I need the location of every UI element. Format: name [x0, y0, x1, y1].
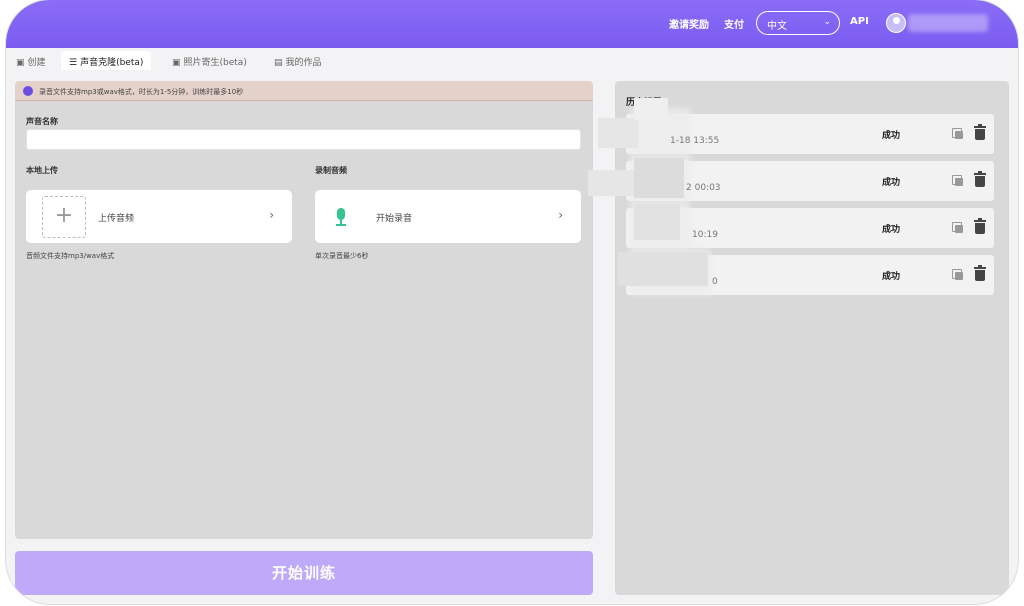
record-section-label: 录制音频: [315, 166, 347, 175]
trash-icon[interactable]: [974, 218, 986, 234]
avatar[interactable]: [886, 13, 906, 33]
api-link[interactable]: API: [850, 16, 869, 27]
tab-photo[interactable]: ▣ 照片寄生(beta): [164, 51, 255, 70]
tab-bar: ▣ 创建 ☰ 声音克隆(beta) ▣ 照片寄生(beta) ▤ 我的作品: [6, 48, 1018, 70]
history-row[interactable]: 10:19 成功: [626, 202, 994, 248]
redaction-pixel: [634, 204, 680, 240]
history-status: 成功: [882, 225, 901, 235]
top-header: 邀请奖励 支付 中文 ⌄ API: [6, 0, 1018, 48]
upload-audio-button[interactable]: + 上传音频 ›: [26, 190, 292, 243]
history-status: 成功: [882, 272, 901, 282]
tab-voice-clone[interactable]: ☰ 声音克隆(beta): [61, 51, 152, 70]
voice-name-label: 声音名称: [26, 117, 58, 126]
tab-create-icon: ▣: [16, 58, 25, 68]
history-status: 成功: [882, 178, 901, 188]
notice-banner: 录音文件支持mp3或wav格式，时长为1-5分钟，训练时最多10秒: [15, 81, 593, 101]
record-audio-label: 开始录音: [376, 214, 413, 224]
redaction-pixel: [618, 252, 708, 286]
trash-icon[interactable]: [974, 265, 986, 281]
redaction-pixel: [588, 170, 636, 196]
language-value: 中文: [767, 21, 787, 32]
chevron-right-icon: ›: [269, 208, 274, 222]
history-time: 2 00:03: [686, 183, 721, 193]
info-icon: [23, 86, 33, 96]
upload-hint: 音频文件支持mp3/wav格式: [26, 252, 115, 260]
username-redacted: [908, 14, 988, 32]
copy-icon[interactable]: [952, 128, 964, 140]
trash-icon[interactable]: [974, 171, 986, 187]
notice-text: 录音文件支持mp3或wav格式，时长为1-5分钟，训练时最多10秒: [39, 88, 244, 96]
tab-voice-clone-icon: ☰: [69, 58, 78, 68]
chevron-down-icon: ⌄: [823, 17, 831, 27]
language-select[interactable]: 中文 ⌄: [756, 11, 840, 35]
tab-label: 创建: [27, 58, 46, 68]
upload-section-label: 本地上传: [26, 166, 58, 175]
record-hint: 单次录音最少6秒: [315, 252, 369, 260]
upload-audio-label: 上传音频: [98, 214, 135, 224]
history-time: 0: [712, 277, 718, 287]
tab-my-works[interactable]: ▤ 我的作品: [266, 51, 330, 70]
redaction-pixel: [598, 118, 638, 148]
redaction-pixel: [634, 158, 684, 198]
history-row[interactable]: 1-18 13:55 成功: [626, 108, 994, 154]
payment-link[interactable]: 支付: [724, 16, 744, 31]
tab-label: 我的作品: [285, 58, 322, 68]
copy-icon[interactable]: [952, 222, 964, 234]
tab-label: 声音克隆(beta): [80, 58, 144, 68]
history-time: 1-18 13:55: [670, 136, 720, 146]
chevron-right-icon: ›: [558, 208, 563, 222]
copy-icon[interactable]: [952, 175, 964, 187]
voice-name-input[interactable]: [26, 129, 581, 150]
trash-icon[interactable]: [974, 124, 986, 140]
history-time: 10:19: [692, 230, 718, 240]
tab-my-works-icon: ▤: [274, 58, 283, 68]
tab-label: 照片寄生(beta): [183, 58, 247, 68]
copy-icon[interactable]: [952, 269, 964, 281]
record-audio-button[interactable]: 开始录音 ›: [315, 190, 581, 243]
app-window: 邀请奖励 支付 中文 ⌄ API ▣ 创建 ☰ 声音克隆(beta) ▣ 照片寄生(b…: [6, 0, 1018, 604]
plus-icon: +: [42, 196, 86, 238]
history-status: 成功: [882, 131, 901, 141]
tab-photo-icon: ▣: [172, 58, 181, 68]
tab-create[interactable]: ▣ 创建: [8, 51, 54, 70]
start-training-button[interactable]: 开始训练: [15, 551, 593, 595]
clone-form-panel: 录音文件支持mp3或wav格式，时长为1-5分钟，训练时最多10秒 声音名称 本…: [15, 81, 593, 539]
invite-reward-link[interactable]: 邀请奖励: [669, 16, 709, 31]
redaction-pixel: [634, 98, 668, 120]
